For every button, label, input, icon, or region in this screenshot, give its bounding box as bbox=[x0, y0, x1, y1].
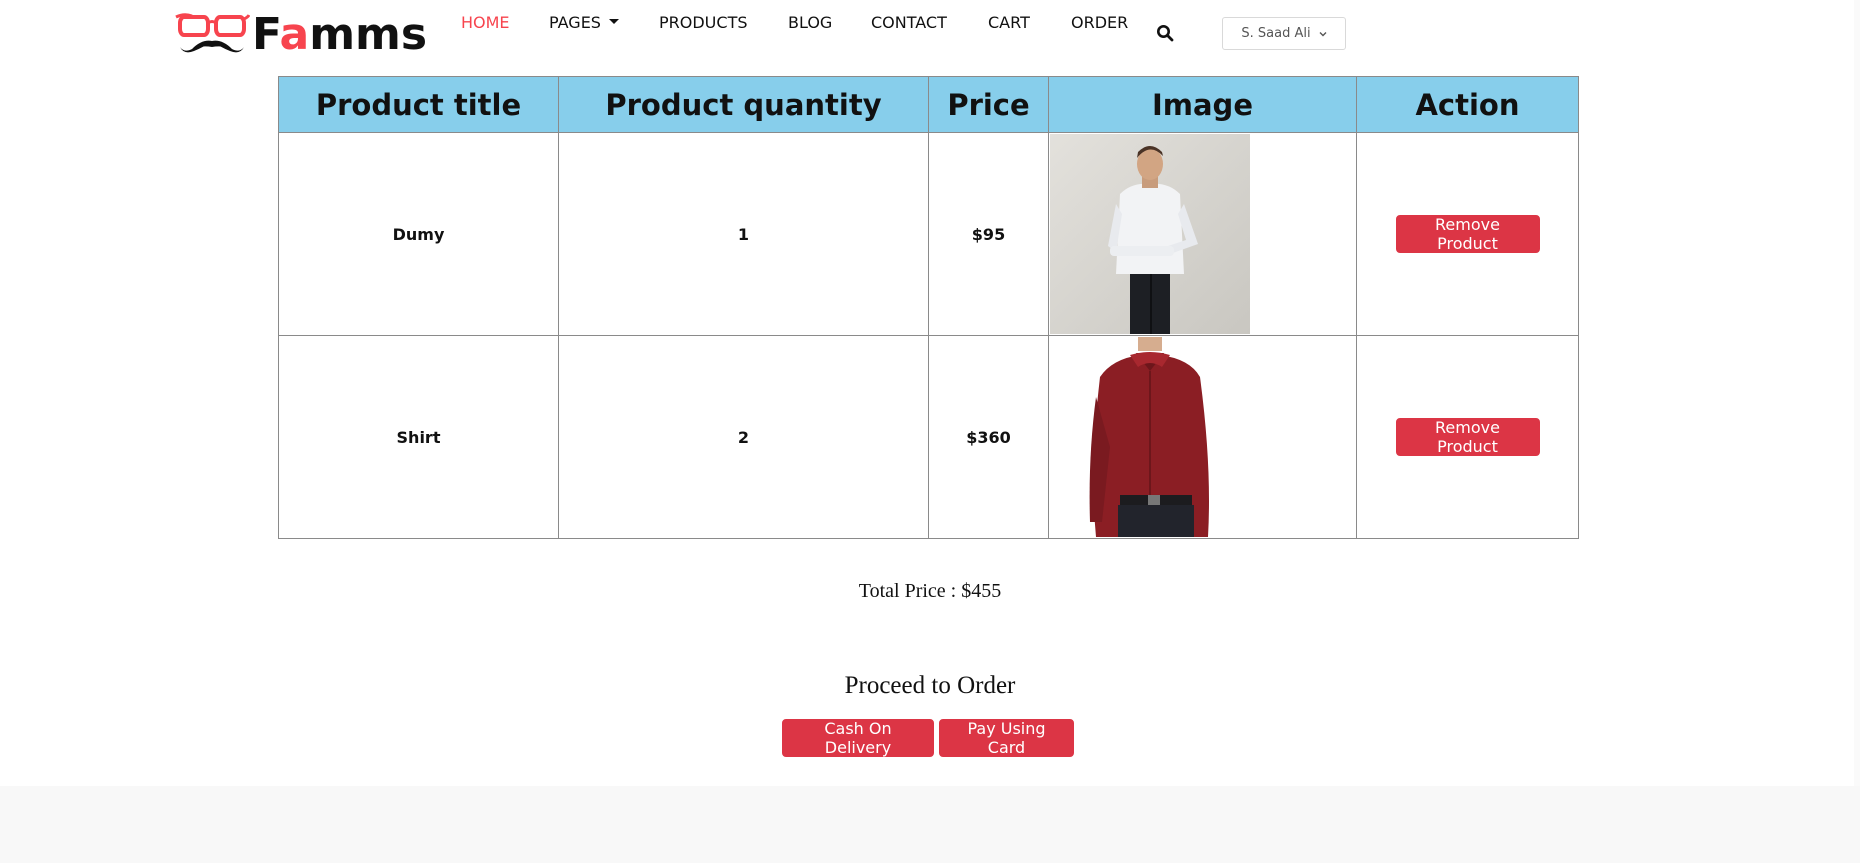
cash-on-delivery-button[interactable]: Cash On Delivery bbox=[782, 719, 934, 757]
order-buttons: Cash On Delivery Pay Using Card bbox=[782, 719, 1074, 757]
proceed-heading: Proceed to Order bbox=[844, 672, 1016, 699]
product-image-red-shirt bbox=[1050, 337, 1250, 537]
remove-product-button[interactable]: Remove Product bbox=[1395, 418, 1540, 456]
header-product-title: Product title bbox=[278, 76, 559, 133]
brand-logo[interactable]: Famms bbox=[174, 10, 427, 60]
search-icon[interactable] bbox=[1156, 24, 1174, 42]
cell-price: $360 bbox=[928, 335, 1049, 539]
product-image-white-shirt bbox=[1050, 134, 1250, 334]
cell-price: $95 bbox=[928, 132, 1049, 336]
nav-order[interactable]: ORDER bbox=[1071, 13, 1128, 32]
glasses-mustache-icon bbox=[175, 13, 250, 53]
pay-using-card-button[interactable]: Pay Using Card bbox=[939, 719, 1074, 757]
nav-blog[interactable]: BLOG bbox=[788, 13, 832, 32]
nav-home[interactable]: HOME bbox=[461, 13, 510, 32]
caret-down-icon bbox=[608, 18, 619, 24]
header-action: Action bbox=[1356, 76, 1579, 133]
header-image: Image bbox=[1048, 76, 1357, 133]
total-price: Total Price : $455 bbox=[858, 580, 1002, 602]
cart-table: Product title Product quantity Price Ima… bbox=[278, 76, 1579, 539]
cell-action: Remove Product bbox=[1356, 132, 1579, 336]
brand-name: Famms bbox=[252, 9, 428, 60]
user-name: S. Saad Ali bbox=[1241, 26, 1311, 41]
table-header-row: Product title Product quantity Price Ima… bbox=[278, 76, 1579, 133]
header-product-quantity: Product quantity bbox=[558, 76, 929, 133]
chevron-down-icon bbox=[1319, 31, 1327, 36]
nav-contact[interactable]: CONTACT bbox=[871, 13, 947, 32]
site-header: Famms HOME PAGES PRODUCTS BLOG CONTACT C… bbox=[0, 0, 1860, 70]
table-row: Dumy 1 $95 Remove Product bbox=[278, 132, 1579, 336]
cell-title: Dumy bbox=[278, 132, 559, 336]
user-menu-button[interactable]: S. Saad Ali bbox=[1222, 17, 1346, 50]
header-price: Price bbox=[928, 76, 1049, 133]
cell-quantity: 1 bbox=[558, 132, 929, 336]
cell-image bbox=[1048, 132, 1357, 336]
cell-action: Remove Product bbox=[1356, 335, 1579, 539]
table-row: Shirt 2 $360 Remove Product bbox=[278, 335, 1579, 539]
nav-pages-label: PAGES bbox=[549, 12, 601, 32]
nav-products[interactable]: PRODUCTS bbox=[659, 13, 748, 32]
remove-product-button[interactable]: Remove Product bbox=[1395, 215, 1540, 253]
nav-cart[interactable]: CART bbox=[988, 13, 1030, 32]
page-footer bbox=[0, 786, 1860, 863]
cell-title: Shirt bbox=[278, 335, 559, 539]
cell-quantity: 2 bbox=[558, 335, 929, 539]
scrollbar[interactable] bbox=[1854, 0, 1860, 786]
nav-pages[interactable]: PAGES bbox=[549, 13, 619, 32]
cell-image bbox=[1048, 335, 1357, 539]
